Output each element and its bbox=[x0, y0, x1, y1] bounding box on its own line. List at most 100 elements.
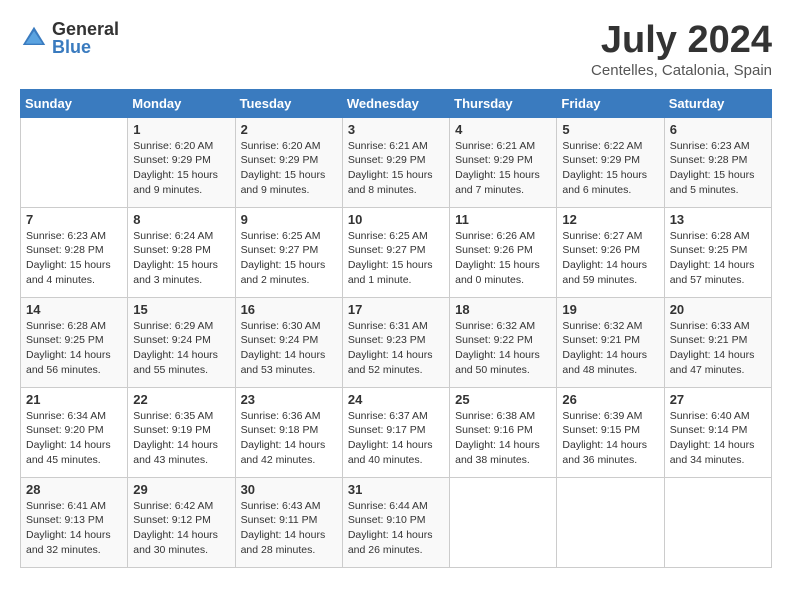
calendar-cell bbox=[450, 477, 557, 567]
calendar-cell: 27 Sunrise: 6:40 AMSunset: 9:14 PMDayligh… bbox=[664, 387, 771, 477]
calendar-header: Sunday Monday Tuesday Wednesday Thursday… bbox=[21, 89, 772, 117]
day-info: Sunrise: 6:32 AMSunset: 9:21 PMDaylight:… bbox=[562, 319, 658, 378]
day-info: Sunrise: 6:25 AMSunset: 9:27 PMDaylight:… bbox=[348, 229, 444, 288]
calendar-cell: 24 Sunrise: 6:37 AMSunset: 9:17 PMDayligh… bbox=[342, 387, 449, 477]
day-number: 12 bbox=[562, 212, 658, 227]
calendar-cell: 6 Sunrise: 6:23 AMSunset: 9:28 PMDaylight… bbox=[664, 117, 771, 207]
calendar-cell: 23 Sunrise: 6:36 AMSunset: 9:18 PMDayligh… bbox=[235, 387, 342, 477]
day-number: 14 bbox=[26, 302, 122, 317]
day-info: Sunrise: 6:29 AMSunset: 9:24 PMDaylight:… bbox=[133, 319, 229, 378]
calendar-cell: 7 Sunrise: 6:23 AMSunset: 9:28 PMDaylight… bbox=[21, 207, 128, 297]
calendar-cell: 11 Sunrise: 6:26 AMSunset: 9:26 PMDayligh… bbox=[450, 207, 557, 297]
day-number: 10 bbox=[348, 212, 444, 227]
day-number: 15 bbox=[133, 302, 229, 317]
calendar-cell bbox=[664, 477, 771, 567]
day-number: 9 bbox=[241, 212, 337, 227]
calendar-cell: 28Sunrise: 6:41 AMSunset: 9:13 PMDayligh… bbox=[21, 477, 128, 567]
calendar-cell: 9 Sunrise: 6:25 AMSunset: 9:27 PMDaylight… bbox=[235, 207, 342, 297]
header-friday: Friday bbox=[557, 89, 664, 117]
day-info: Sunrise: 6:42 AMSunset: 9:12 PMDaylight:… bbox=[133, 499, 229, 558]
header-saturday: Saturday bbox=[664, 89, 771, 117]
day-number: 4 bbox=[455, 122, 551, 137]
day-number: 1 bbox=[133, 122, 229, 137]
calendar-cell: 13 Sunrise: 6:28 AMSunset: 9:25 PMDayligh… bbox=[664, 207, 771, 297]
calendar-week-4: 21Sunrise: 6:34 AMSunset: 9:20 PMDayligh… bbox=[21, 387, 772, 477]
calendar-cell: 8Sunrise: 6:24 AMSunset: 9:28 PMDaylight… bbox=[128, 207, 235, 297]
location: Centelles, Catalonia, Spain bbox=[591, 62, 772, 79]
calendar-week-2: 7 Sunrise: 6:23 AMSunset: 9:28 PMDaylight… bbox=[21, 207, 772, 297]
title-block: July 2024 Centelles, Catalonia, Spain bbox=[591, 20, 772, 79]
day-info: Sunrise: 6:40 AMSunset: 9:14 PMDaylight:… bbox=[670, 409, 766, 468]
weekday-row: Sunday Monday Tuesday Wednesday Thursday… bbox=[21, 89, 772, 117]
day-info: Sunrise: 6:41 AMSunset: 9:13 PMDaylight:… bbox=[26, 499, 122, 558]
day-info: Sunrise: 6:43 AMSunset: 9:11 PMDaylight:… bbox=[241, 499, 337, 558]
calendar-week-5: 28Sunrise: 6:41 AMSunset: 9:13 PMDayligh… bbox=[21, 477, 772, 567]
day-info: Sunrise: 6:36 AMSunset: 9:18 PMDaylight:… bbox=[241, 409, 337, 468]
logo-icon bbox=[20, 24, 48, 52]
header-wednesday: Wednesday bbox=[342, 89, 449, 117]
header-thursday: Thursday bbox=[450, 89, 557, 117]
day-number: 19 bbox=[562, 302, 658, 317]
calendar-cell: 3 Sunrise: 6:21 AMSunset: 9:29 PMDaylight… bbox=[342, 117, 449, 207]
day-info: Sunrise: 6:30 AMSunset: 9:24 PMDaylight:… bbox=[241, 319, 337, 378]
page-header: General Blue July 2024 Centelles, Catalo… bbox=[20, 20, 772, 79]
day-number: 8 bbox=[133, 212, 229, 227]
header-sunday: Sunday bbox=[21, 89, 128, 117]
day-number: 13 bbox=[670, 212, 766, 227]
calendar-cell: 20 Sunrise: 6:33 AMSunset: 9:21 PMDayligh… bbox=[664, 297, 771, 387]
calendar-week-1: 1 Sunrise: 6:20 AMSunset: 9:29 PMDaylight… bbox=[21, 117, 772, 207]
day-info: Sunrise: 6:20 AMSunset: 9:29 PMDaylight:… bbox=[133, 139, 229, 198]
day-info: Sunrise: 6:28 AMSunset: 9:25 PMDaylight:… bbox=[670, 229, 766, 288]
day-number: 11 bbox=[455, 212, 551, 227]
day-info: Sunrise: 6:35 AMSunset: 9:19 PMDaylight:… bbox=[133, 409, 229, 468]
calendar-table: Sunday Monday Tuesday Wednesday Thursday… bbox=[20, 89, 772, 568]
day-number: 27 bbox=[670, 392, 766, 407]
calendar-cell: 17 Sunrise: 6:31 AMSunset: 9:23 PMDayligh… bbox=[342, 297, 449, 387]
day-info: Sunrise: 6:20 AMSunset: 9:29 PMDaylight:… bbox=[241, 139, 337, 198]
day-info: Sunrise: 6:23 AMSunset: 9:28 PMDaylight:… bbox=[26, 229, 122, 288]
day-info: Sunrise: 6:27 AMSunset: 9:26 PMDaylight:… bbox=[562, 229, 658, 288]
day-number: 29 bbox=[133, 482, 229, 497]
day-info: Sunrise: 6:32 AMSunset: 9:22 PMDaylight:… bbox=[455, 319, 551, 378]
calendar-cell: 18Sunrise: 6:32 AMSunset: 9:22 PMDayligh… bbox=[450, 297, 557, 387]
logo-text-general: General bbox=[52, 20, 119, 38]
day-info: Sunrise: 6:22 AMSunset: 9:29 PMDaylight:… bbox=[562, 139, 658, 198]
day-number: 23 bbox=[241, 392, 337, 407]
day-info: Sunrise: 6:31 AMSunset: 9:23 PMDaylight:… bbox=[348, 319, 444, 378]
day-number: 7 bbox=[26, 212, 122, 227]
logo-text-blue: Blue bbox=[52, 38, 119, 56]
day-number: 3 bbox=[348, 122, 444, 137]
day-number: 17 bbox=[348, 302, 444, 317]
day-number: 6 bbox=[670, 122, 766, 137]
day-info: Sunrise: 6:21 AMSunset: 9:29 PMDaylight:… bbox=[455, 139, 551, 198]
calendar-cell: 21Sunrise: 6:34 AMSunset: 9:20 PMDayligh… bbox=[21, 387, 128, 477]
calendar-cell: 22Sunrise: 6:35 AMSunset: 9:19 PMDayligh… bbox=[128, 387, 235, 477]
calendar-cell: 19 Sunrise: 6:32 AMSunset: 9:21 PMDayligh… bbox=[557, 297, 664, 387]
day-number: 30 bbox=[241, 482, 337, 497]
calendar-cell: 12 Sunrise: 6:27 AMSunset: 9:26 PMDayligh… bbox=[557, 207, 664, 297]
day-info: Sunrise: 6:25 AMSunset: 9:27 PMDaylight:… bbox=[241, 229, 337, 288]
day-info: Sunrise: 6:39 AMSunset: 9:15 PMDaylight:… bbox=[562, 409, 658, 468]
day-number: 20 bbox=[670, 302, 766, 317]
calendar-cell: 4 Sunrise: 6:21 AMSunset: 9:29 PMDaylight… bbox=[450, 117, 557, 207]
calendar-cell: 16 Sunrise: 6:30 AMSunset: 9:24 PMDayligh… bbox=[235, 297, 342, 387]
calendar-cell: 14 Sunrise: 6:28 AMSunset: 9:25 PMDayligh… bbox=[21, 297, 128, 387]
day-number: 25 bbox=[455, 392, 551, 407]
calendar-cell: 26 Sunrise: 6:39 AMSunset: 9:15 PMDayligh… bbox=[557, 387, 664, 477]
day-info: Sunrise: 6:26 AMSunset: 9:26 PMDaylight:… bbox=[455, 229, 551, 288]
calendar-cell: 30 Sunrise: 6:43 AMSunset: 9:11 PMDayligh… bbox=[235, 477, 342, 567]
day-info: Sunrise: 6:33 AMSunset: 9:21 PMDaylight:… bbox=[670, 319, 766, 378]
day-number: 24 bbox=[348, 392, 444, 407]
month-year: July 2024 bbox=[591, 20, 772, 62]
day-number: 26 bbox=[562, 392, 658, 407]
day-info: Sunrise: 6:28 AMSunset: 9:25 PMDaylight:… bbox=[26, 319, 122, 378]
calendar-cell: 2Sunrise: 6:20 AMSunset: 9:29 PMDaylight… bbox=[235, 117, 342, 207]
calendar-cell: 10 Sunrise: 6:25 AMSunset: 9:27 PMDayligh… bbox=[342, 207, 449, 297]
day-info: Sunrise: 6:37 AMSunset: 9:17 PMDaylight:… bbox=[348, 409, 444, 468]
calendar-cell bbox=[21, 117, 128, 207]
day-number: 16 bbox=[241, 302, 337, 317]
day-info: Sunrise: 6:21 AMSunset: 9:29 PMDaylight:… bbox=[348, 139, 444, 198]
day-info: Sunrise: 6:23 AMSunset: 9:28 PMDaylight:… bbox=[670, 139, 766, 198]
day-info: Sunrise: 6:44 AMSunset: 9:10 PMDaylight:… bbox=[348, 499, 444, 558]
calendar-cell: 15 Sunrise: 6:29 AMSunset: 9:24 PMDayligh… bbox=[128, 297, 235, 387]
